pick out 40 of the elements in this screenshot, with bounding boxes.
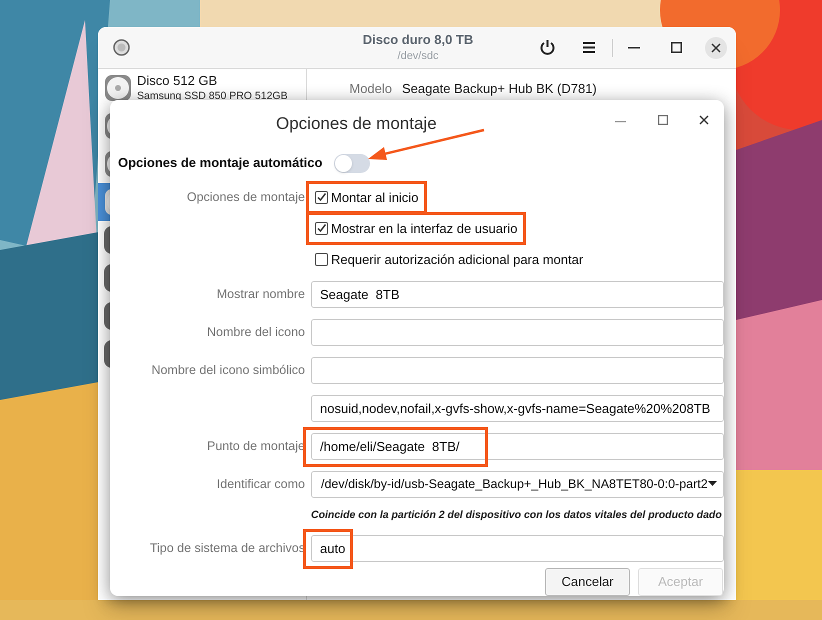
dropdown[interactable]: /dev/disk/by-id/usb-Seagate_Backup+_Hub_BK_NA8TET80-0:0-part2 xyxy=(311,470,724,498)
checkmark-icon xyxy=(316,223,327,234)
checkbox[interactable]: Montar al inicio xyxy=(311,186,422,210)
close-icon[interactable] xyxy=(699,115,709,125)
minimize-icon[interactable] xyxy=(628,47,640,49)
checkbox[interactable]: Mostrar en la interfaz de usuario xyxy=(311,216,522,240)
disk-name: Disco 512 GB xyxy=(137,73,218,90)
text-field[interactable]: nosuid,nodev,nofail,x-gvfs-show,x-gvfs-name=Seagate%20%208TB xyxy=(311,394,724,422)
disc-icon xyxy=(113,39,130,56)
toggle-switch[interactable] xyxy=(334,154,370,172)
close-icon[interactable] xyxy=(711,43,721,53)
checkbox[interactable]: Requerir autorización adicional para montar xyxy=(311,248,588,272)
section-label: Opciones de montaje automático xyxy=(118,154,322,172)
field-label: Mostrar nombre xyxy=(216,286,305,303)
checkmark-icon xyxy=(316,192,327,203)
text-field[interactable]: /home/eli/Seagate 8TB/ xyxy=(311,432,724,460)
hint-text: Coincide con la partición 2 del dispositivo con los datos vitales del producto dado xyxy=(311,508,723,524)
field-label: Nombre del icono simbólico xyxy=(150,362,305,379)
dialog-title: Opciones de montaje xyxy=(276,113,437,135)
menu-icon[interactable] xyxy=(583,42,595,53)
field-label: Opciones de montaje xyxy=(186,189,305,206)
detail-value: Seagate Backup+ Hub BK (D781) xyxy=(402,80,597,98)
field-label: Punto de montaje xyxy=(206,438,305,455)
field-label: Tipo de sistema de archivos xyxy=(148,540,305,557)
disc-icon xyxy=(104,74,132,102)
field-label: Nombre del icono xyxy=(206,324,305,341)
dialog-button[interactable]: Cancelar xyxy=(545,568,630,596)
detail-label: Modelo xyxy=(348,80,392,98)
text-field[interactable]: Seagate 8TB xyxy=(311,280,724,308)
text-field[interactable] xyxy=(311,318,724,346)
power-icon[interactable] xyxy=(540,39,555,55)
maximize-icon[interactable] xyxy=(671,42,682,53)
disk-detail: Samsung SSD 850 PRO 512GB xyxy=(137,90,288,103)
window-title: Disco duro 8,0 TB xyxy=(362,31,474,49)
text-field[interactable]: auto xyxy=(311,534,724,562)
field-label: Identificar como xyxy=(216,476,305,493)
text-field[interactable] xyxy=(311,356,724,384)
close-button[interactable] xyxy=(705,37,727,59)
caret-icon xyxy=(708,481,717,487)
window-subtitle: /dev/sdc xyxy=(398,49,438,63)
